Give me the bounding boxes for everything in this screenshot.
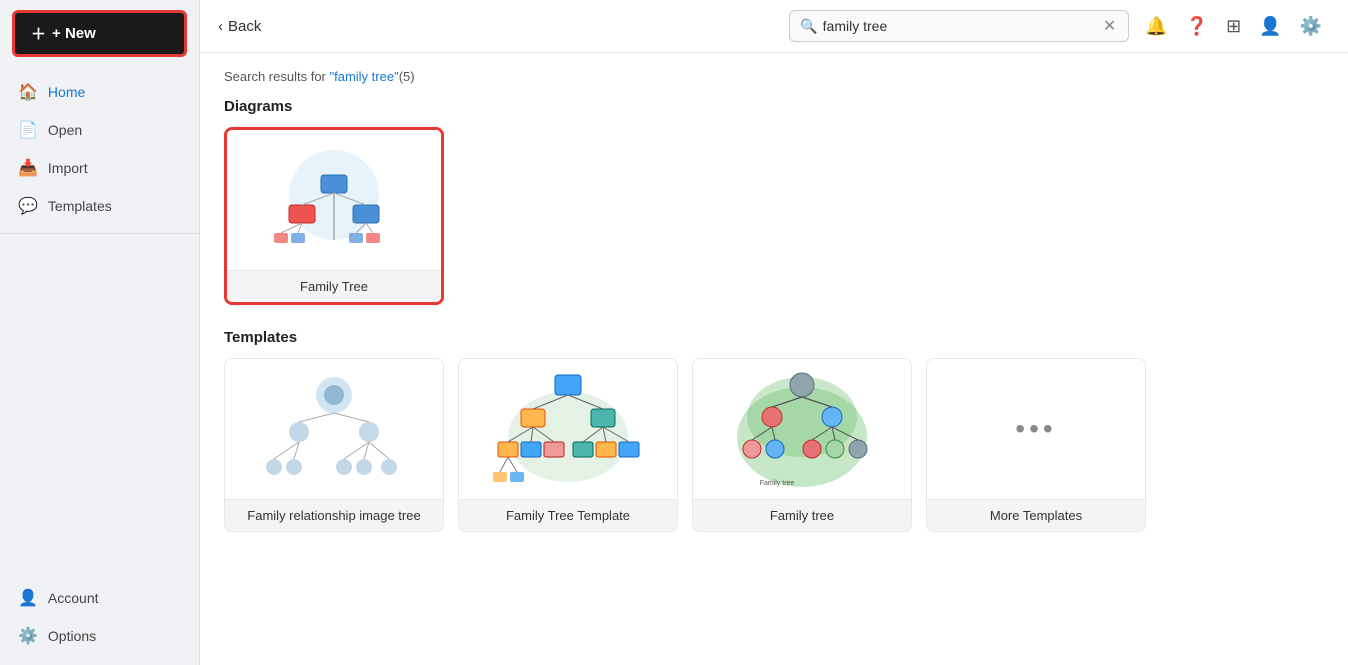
- new-button-label: + New: [52, 25, 96, 42]
- sidebar-item-templates[interactable]: 💬 Templates: [0, 187, 199, 225]
- sidebar-nav: 🏠 Home 📄 Open 📥 Import 💬 Templates: [0, 67, 199, 571]
- user-icon[interactable]: 👤: [1257, 14, 1283, 39]
- search-icon: 🔍: [800, 18, 817, 35]
- svg-text:Family tree: Family tree: [760, 480, 795, 487]
- template-card-more-templates[interactable]: ••• More Templates: [926, 358, 1146, 532]
- template-card-family-tree-template[interactable]: Family Tree Template: [458, 358, 678, 532]
- diagram-card-preview: [227, 130, 441, 270]
- open-icon: 📄: [18, 120, 38, 140]
- template-preview-family-tree: Family tree: [693, 359, 911, 499]
- search-query-highlight: "family tree": [330, 69, 399, 84]
- sidebar: ＋ + New 🏠 Home 📄 Open 📥 Import 💬 Templat…: [0, 0, 200, 665]
- template-preview-more: •••: [927, 359, 1145, 499]
- sidebar-item-home[interactable]: 🏠 Home: [0, 73, 199, 111]
- template-preview-family-rel: [225, 359, 443, 499]
- sidebar-label-import: Import: [48, 160, 88, 176]
- sidebar-label-account: Account: [48, 590, 99, 606]
- search-clear-button[interactable]: ✕: [1101, 16, 1118, 36]
- search-results-info: Search results for "family tree"(5): [224, 69, 1324, 84]
- notification-icon[interactable]: 🔔: [1143, 14, 1169, 39]
- options-icon: ⚙️: [18, 626, 38, 646]
- diagram-card-family-tree[interactable]: Family Tree: [224, 127, 444, 305]
- template-label-family-tree: Family tree: [693, 499, 911, 531]
- sidebar-item-account[interactable]: 👤 Account: [0, 579, 199, 617]
- account-icon: 👤: [18, 588, 38, 608]
- sidebar-label-open: Open: [48, 122, 82, 138]
- template-preview-family-tree-template: [459, 359, 677, 499]
- template-card-family-rel[interactable]: Family relationship image tree: [224, 358, 444, 532]
- diagrams-section-title: Diagrams: [224, 98, 1324, 115]
- templates-grid: Family relationship image tree: [224, 358, 1324, 532]
- plus-icon: ＋: [31, 23, 46, 44]
- template-card-family-tree[interactable]: Family tree Family tree: [692, 358, 912, 532]
- template-label-more: More Templates: [927, 499, 1145, 531]
- back-button[interactable]: ‹ Back: [218, 18, 261, 35]
- family-tree-template-svg: [483, 367, 653, 492]
- help-icon[interactable]: ❓: [1184, 14, 1210, 39]
- apps-icon[interactable]: ⊞: [1224, 14, 1243, 39]
- new-button[interactable]: ＋ + New: [12, 10, 187, 57]
- settings-icon[interactable]: ⚙️: [1298, 14, 1324, 39]
- family-tree-diagram-svg: [254, 140, 414, 260]
- content-area: Search results for "family tree"(5) Diag…: [200, 53, 1348, 665]
- sidebar-item-open[interactable]: 📄 Open: [0, 111, 199, 149]
- sidebar-item-options[interactable]: ⚙️ Options: [0, 617, 199, 655]
- template-label-family-rel: Family relationship image tree: [225, 499, 443, 531]
- family-tree-svg: Family tree: [717, 367, 887, 492]
- home-icon: 🏠: [18, 82, 38, 102]
- sidebar-bottom: 👤 Account ⚙️ Options: [0, 571, 199, 665]
- sidebar-label-options: Options: [48, 628, 96, 644]
- main-area: ‹ Back 🔍 ✕ 🔔 ❓ ⊞ 👤 ⚙️ Search results for…: [200, 0, 1348, 665]
- back-chevron-icon: ‹: [218, 18, 223, 35]
- search-input[interactable]: [823, 18, 1101, 34]
- back-label: Back: [228, 18, 261, 35]
- template-label-family-tree-template: Family Tree Template: [459, 499, 677, 531]
- diagrams-grid: Family Tree: [224, 127, 1324, 305]
- ellipsis-icon: •••: [1015, 413, 1056, 445]
- sidebar-label-templates: Templates: [48, 198, 112, 214]
- search-area[interactable]: 🔍 ✕: [789, 10, 1129, 42]
- family-rel-svg: [249, 367, 419, 492]
- sidebar-item-import[interactable]: 📥 Import: [0, 149, 199, 187]
- sidebar-label-home: Home: [48, 84, 85, 100]
- diagram-card-label: Family Tree: [227, 270, 441, 302]
- import-icon: 📥: [18, 158, 38, 178]
- templates-section-title: Templates: [224, 329, 1324, 346]
- templates-icon: 💬: [18, 196, 38, 216]
- topbar-right: 🔍 ✕ 🔔 ❓ ⊞ 👤 ⚙️: [789, 10, 1324, 42]
- topbar: ‹ Back 🔍 ✕ 🔔 ❓ ⊞ 👤 ⚙️: [200, 0, 1348, 53]
